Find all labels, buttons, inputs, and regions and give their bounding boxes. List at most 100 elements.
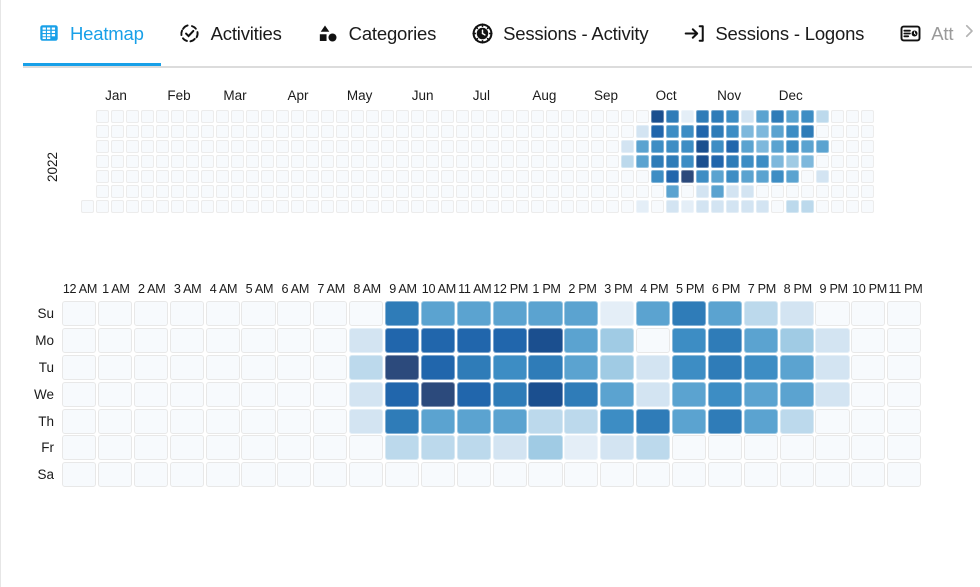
year-day-cell[interactable] <box>546 110 559 123</box>
year-day-cell[interactable] <box>246 155 259 168</box>
year-day-cell[interactable] <box>186 125 199 138</box>
year-day-cell[interactable] <box>216 170 229 183</box>
year-day-cell[interactable] <box>366 200 379 213</box>
year-day-cell[interactable] <box>531 170 544 183</box>
year-day-cell[interactable] <box>771 185 784 198</box>
year-day-cell[interactable] <box>576 170 589 183</box>
year-day-cell[interactable] <box>756 200 769 213</box>
year-day-cell[interactable] <box>621 140 634 153</box>
year-day-cell[interactable] <box>441 155 454 168</box>
year-day-cell[interactable] <box>666 155 679 168</box>
year-day-cell[interactable] <box>561 185 574 198</box>
year-day-cell[interactable] <box>651 200 664 213</box>
hour-cell[interactable] <box>456 300 491 326</box>
hour-cell[interactable] <box>743 327 778 353</box>
year-day-cell[interactable] <box>381 110 394 123</box>
year-day-cell[interactable] <box>366 185 379 198</box>
hour-cell[interactable] <box>456 462 491 488</box>
year-day-cell[interactable] <box>801 140 814 153</box>
hour-cell[interactable] <box>707 354 742 380</box>
year-day-cell[interactable] <box>336 110 349 123</box>
hour-cell[interactable] <box>851 327 886 353</box>
year-day-cell[interactable] <box>471 185 484 198</box>
year-day-cell[interactable] <box>456 110 469 123</box>
hour-cell[interactable] <box>636 354 671 380</box>
year-day-cell[interactable] <box>516 140 529 153</box>
hour-cell[interactable] <box>62 435 97 461</box>
year-day-cell[interactable] <box>711 125 724 138</box>
year-day-cell[interactable] <box>696 125 709 138</box>
hour-cell[interactable] <box>133 462 168 488</box>
year-day-cell[interactable] <box>516 185 529 198</box>
year-day-cell[interactable] <box>201 125 214 138</box>
hour-cell[interactable] <box>313 462 348 488</box>
year-day-cell[interactable] <box>681 140 694 153</box>
hour-cell[interactable] <box>277 354 312 380</box>
hour-cell[interactable] <box>564 408 599 434</box>
year-day-cell[interactable] <box>366 155 379 168</box>
year-day-cell[interactable] <box>606 185 619 198</box>
year-day-cell[interactable] <box>816 170 829 183</box>
hour-cell[interactable] <box>205 354 240 380</box>
hour-cell[interactable] <box>779 435 814 461</box>
year-day-cell[interactable] <box>711 170 724 183</box>
hour-cell[interactable] <box>779 408 814 434</box>
year-day-cell[interactable] <box>96 170 109 183</box>
year-day-cell[interactable] <box>516 170 529 183</box>
year-day-cell[interactable] <box>186 140 199 153</box>
hour-cell[interactable] <box>743 300 778 326</box>
year-day-cell[interactable] <box>126 125 139 138</box>
year-day-cell[interactable] <box>501 140 514 153</box>
year-day-cell[interactable] <box>141 125 154 138</box>
year-day-cell[interactable] <box>501 155 514 168</box>
year-day-cell[interactable] <box>186 185 199 198</box>
year-day-cell[interactable] <box>156 110 169 123</box>
year-day-cell[interactable] <box>186 170 199 183</box>
year-day-cell[interactable] <box>321 185 334 198</box>
year-day-cell[interactable] <box>636 200 649 213</box>
year-day-cell[interactable] <box>681 170 694 183</box>
hour-cell[interactable] <box>779 327 814 353</box>
year-day-cell[interactable] <box>831 185 844 198</box>
year-day-cell[interactable] <box>531 110 544 123</box>
year-day-cell[interactable] <box>171 185 184 198</box>
year-day-cell[interactable] <box>741 200 754 213</box>
year-day-cell[interactable] <box>306 125 319 138</box>
hour-cell[interactable] <box>528 327 563 353</box>
hour-cell[interactable] <box>851 300 886 326</box>
year-day-cell[interactable] <box>666 200 679 213</box>
year-day-cell[interactable] <box>156 185 169 198</box>
year-day-cell[interactable] <box>126 170 139 183</box>
year-day-cell[interactable] <box>396 185 409 198</box>
year-day-cell[interactable] <box>396 170 409 183</box>
year-day-cell[interactable] <box>531 140 544 153</box>
year-day-cell[interactable] <box>801 110 814 123</box>
hour-cell[interactable] <box>313 381 348 407</box>
year-day-cell[interactable] <box>111 110 124 123</box>
hour-cell[interactable] <box>707 435 742 461</box>
hour-cell[interactable] <box>349 408 384 434</box>
year-day-cell[interactable] <box>591 110 604 123</box>
year-day-cell[interactable] <box>261 140 274 153</box>
year-day-cell[interactable] <box>156 170 169 183</box>
tab-heatmap[interactable]: Heatmap <box>23 0 161 66</box>
year-day-cell[interactable] <box>756 110 769 123</box>
hour-cell[interactable] <box>815 462 850 488</box>
hour-cell[interactable] <box>815 354 850 380</box>
year-day-cell[interactable] <box>231 110 244 123</box>
hour-cell[interactable] <box>707 300 742 326</box>
year-day-cell[interactable] <box>711 110 724 123</box>
year-day-cell[interactable] <box>621 200 634 213</box>
hour-cell[interactable] <box>743 462 778 488</box>
year-day-cell[interactable] <box>441 185 454 198</box>
hour-cell[interactable] <box>384 300 420 326</box>
hour-cell[interactable] <box>97 462 133 488</box>
hour-cell[interactable] <box>205 327 240 353</box>
year-day-cell[interactable] <box>471 110 484 123</box>
hour-cell[interactable] <box>241 300 276 326</box>
year-day-cell[interactable] <box>651 170 664 183</box>
hour-cell[interactable] <box>133 435 168 461</box>
hour-cell[interactable] <box>564 462 599 488</box>
hour-cell[interactable] <box>97 327 133 353</box>
year-day-cell[interactable] <box>291 110 304 123</box>
